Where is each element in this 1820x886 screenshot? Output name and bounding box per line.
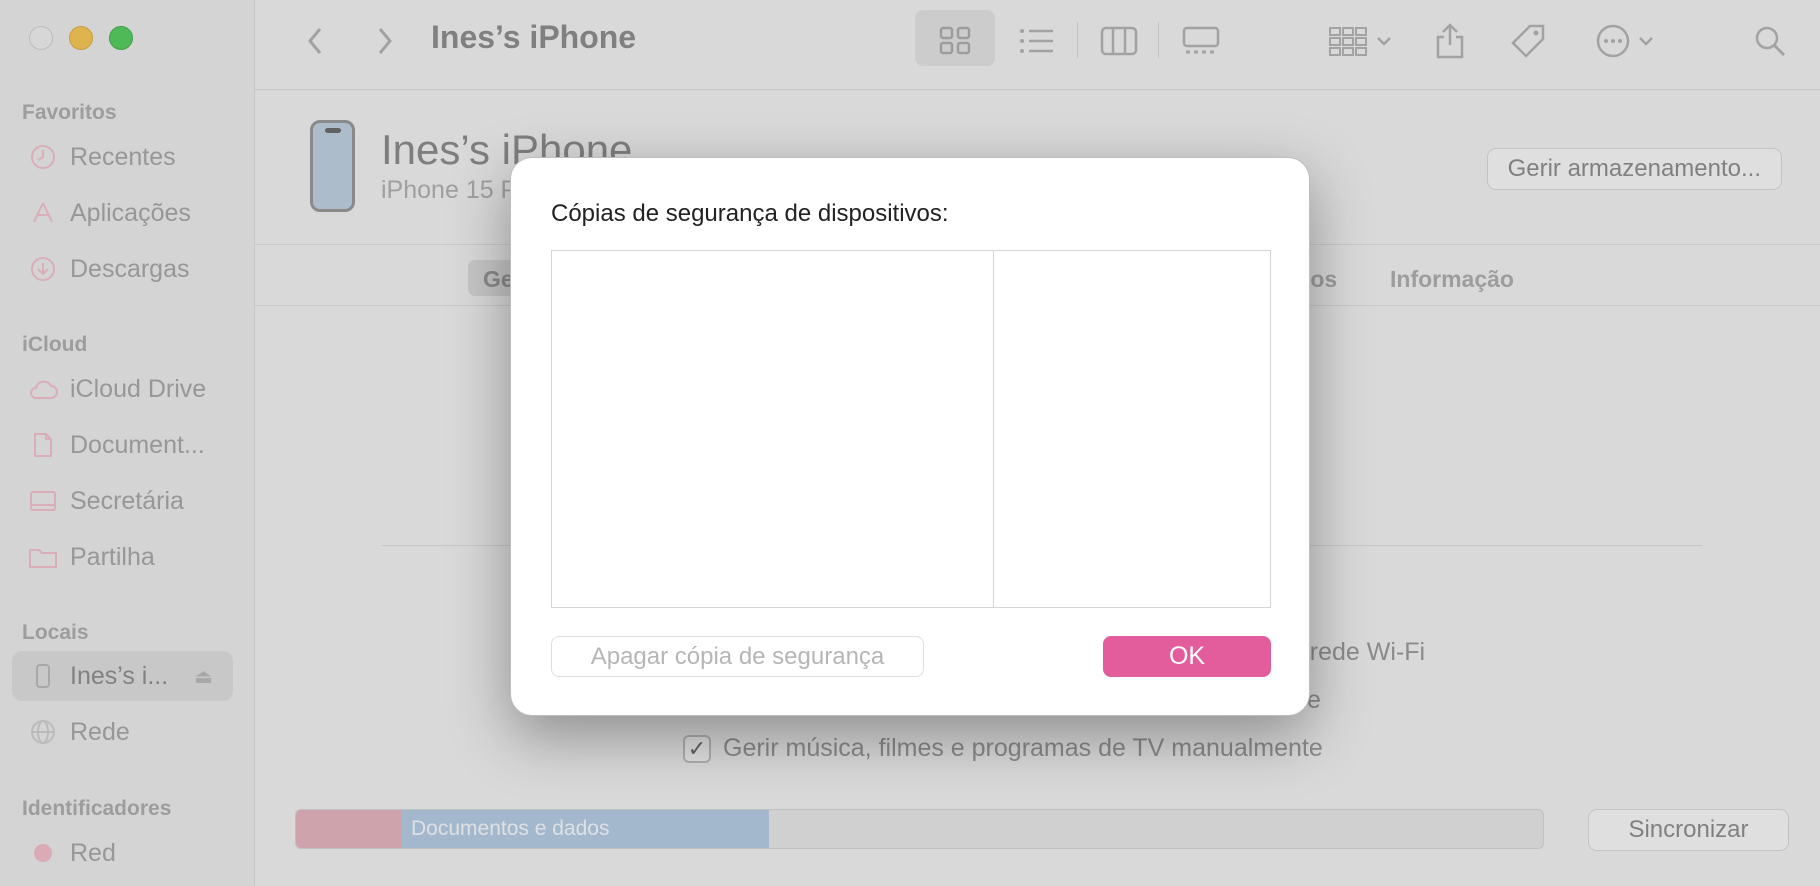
- backup-dialog: Cópias de segurança de dispositivos: Apa…: [510, 157, 1310, 716]
- dialog-title: Cópias de segurança de dispositivos:: [551, 200, 949, 227]
- ok-button[interactable]: OK: [1103, 636, 1271, 677]
- backup-list[interactable]: [551, 250, 1271, 608]
- column-divider[interactable]: [993, 251, 994, 607]
- delete-backup-button[interactable]: Apagar cópia de segurança: [551, 636, 924, 677]
